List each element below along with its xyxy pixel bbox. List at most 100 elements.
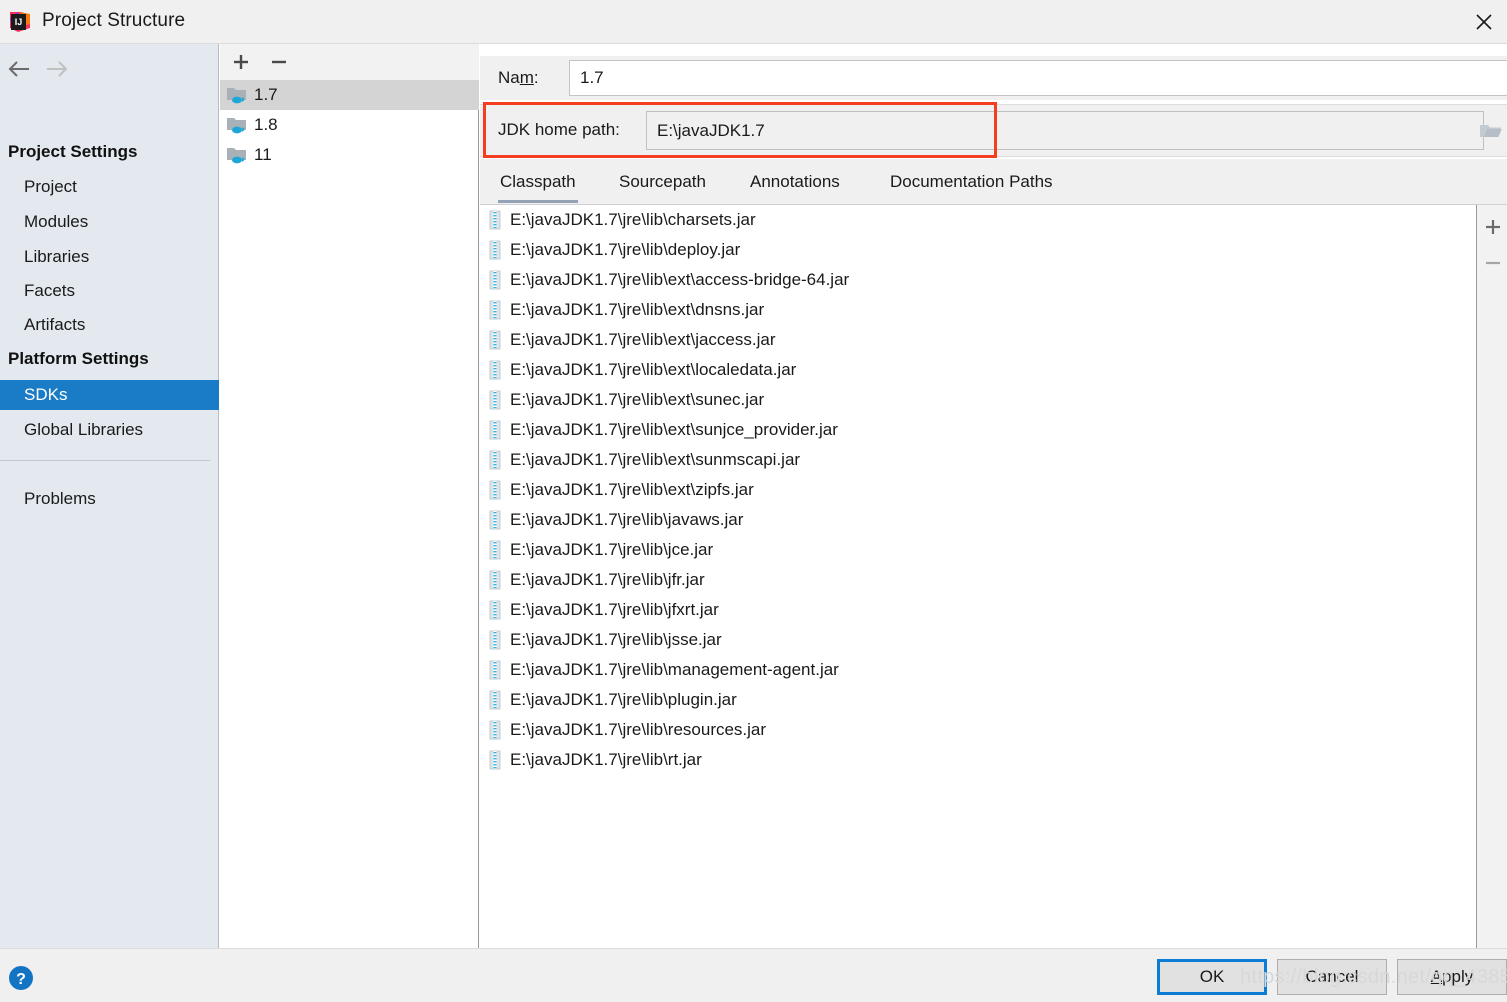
- classpath-entry-label: E:\javaJDK1.7\jre\lib\ext\dnsns.jar: [510, 300, 765, 319]
- jar-file-icon: [488, 690, 502, 710]
- sdk-item-label: 11: [254, 145, 272, 164]
- classpath-entry-row[interactable]: E:\javaJDK1.7\jre\lib\jfxrt.jar: [480, 595, 1475, 625]
- classpath-entry-row[interactable]: E:\javaJDK1.7\jre\lib\rt.jar: [480, 745, 1475, 775]
- sdk-list-item[interactable]: 11: [220, 140, 479, 170]
- classpath-entry-label: E:\javaJDK1.7\jre\lib\jce.jar: [510, 540, 714, 559]
- classpath-entry-row[interactable]: E:\javaJDK1.7\jre\lib\ext\jaccess.jar: [480, 325, 1475, 355]
- tab-label: Annotations: [750, 172, 840, 191]
- classpath-entry-label: E:\javaJDK1.7\jre\lib\rt.jar: [510, 750, 702, 769]
- classpath-entry-row[interactable]: E:\javaJDK1.7\jre\lib\ext\dnsns.jar: [480, 295, 1475, 325]
- jdk-home-path-input[interactable]: E:\javaJDK1.7: [646, 111, 1484, 150]
- classpath-entry-row[interactable]: E:\javaJDK1.7\jre\lib\javaws.jar: [480, 505, 1475, 535]
- classpath-entry-label: E:\javaJDK1.7\jre\lib\ext\sunec.jar: [510, 390, 765, 409]
- classpath-entry-label: E:\javaJDK1.7\jre\lib\deploy.jar: [510, 240, 741, 259]
- tab-sourcepath[interactable]: Sourcepath: [617, 159, 708, 205]
- jar-file-icon: [488, 570, 502, 590]
- classpath-entry-label: E:\javaJDK1.7\jre\lib\javaws.jar: [510, 510, 744, 529]
- sdk-item-label: 1.7: [254, 85, 278, 104]
- classpath-area: E:\javaJDK1.7\jre\lib\charsets.jar E:\jav…: [480, 205, 1507, 948]
- ok-button[interactable]: OK: [1157, 959, 1267, 995]
- jar-file-icon: [488, 360, 502, 380]
- sidebar-item-facets[interactable]: Facets: [0, 276, 219, 306]
- name-row: Nam: 1.7: [480, 56, 1507, 100]
- tab-label: Documentation Paths: [890, 172, 1053, 191]
- jdk-home-path-value: E:\javaJDK1.7: [657, 120, 765, 140]
- window-title: Project Structure: [42, 10, 186, 31]
- sidebar-item-problems[interactable]: Problems: [0, 484, 219, 514]
- classpath-entry-row[interactable]: E:\javaJDK1.7\jre\lib\jce.jar: [480, 535, 1475, 565]
- classpath-entry-row[interactable]: E:\javaJDK1.7\jre\lib\ext\sunec.jar: [480, 385, 1475, 415]
- sdk-item-label: 1.8: [254, 115, 278, 134]
- jdk-home-path-label: JDK home path:: [498, 120, 620, 139]
- minus-icon[interactable]: [1479, 249, 1507, 277]
- sdk-detail-panel: Nam: 1.7 JDK home path: E:\javaJDK1.7 Cl…: [480, 44, 1507, 948]
- dialog-footer: ? OK Cancel Apply: [0, 948, 1507, 1002]
- jar-file-icon: [488, 330, 502, 350]
- classpath-entry-row[interactable]: E:\javaJDK1.7\jre\lib\ext\access-bridge-…: [480, 265, 1475, 295]
- apply-button-label: Apply: [1430, 967, 1474, 986]
- classpath-entry-row[interactable]: E:\javaJDK1.7\jre\lib\ext\zipfs.jar: [480, 475, 1475, 505]
- classpath-entry-label: E:\javaJDK1.7\jre\lib\ext\localedata.jar: [510, 360, 797, 379]
- classpath-entry-row[interactable]: E:\javaJDK1.7\jre\lib\charsets.jar: [480, 205, 1475, 235]
- cancel-button[interactable]: Cancel: [1277, 959, 1387, 995]
- sidebar-item-libraries[interactable]: Libraries: [0, 242, 219, 272]
- tab-annotations[interactable]: Annotations: [748, 159, 842, 205]
- classpath-entry-row[interactable]: E:\javaJDK1.7\jre\lib\jsse.jar: [480, 625, 1475, 655]
- plus-icon[interactable]: [1479, 213, 1507, 241]
- sidebar-item-label: Global Libraries: [24, 420, 144, 439]
- intellij-idea-logo-icon: IJ: [8, 10, 32, 34]
- jar-file-icon: [488, 270, 502, 290]
- sidebar-item-modules[interactable]: Modules: [0, 207, 219, 237]
- sidebar-item-project[interactable]: Project: [0, 172, 219, 202]
- sidebar-item-label: Artifacts: [24, 315, 86, 334]
- folder-open-icon[interactable]: [1479, 121, 1503, 141]
- classpath-entry-row[interactable]: E:\javaJDK1.7\jre\lib\plugin.jar: [480, 685, 1475, 715]
- jdk-folder-icon: [226, 145, 248, 165]
- tab-active-underline: [498, 200, 578, 203]
- svg-text:?: ?: [16, 971, 26, 988]
- title-bar: IJ Project Structure: [0, 0, 1507, 44]
- sdk-list-item[interactable]: 1.8: [220, 110, 479, 140]
- classpath-entry-label: E:\javaJDK1.7\jre\lib\jfr.jar: [510, 570, 705, 589]
- plus-icon[interactable]: [226, 48, 256, 76]
- sidebar-item-label: Modules: [24, 212, 89, 231]
- sidebar-item-artifacts[interactable]: Artifacts: [0, 310, 219, 340]
- jar-file-icon: [488, 660, 502, 680]
- classpath-entry-row[interactable]: E:\javaJDK1.7\jre\lib\ext\sunjce_provide…: [480, 415, 1475, 445]
- classpath-entry-row[interactable]: E:\javaJDK1.7\jre\lib\resources.jar: [480, 715, 1475, 745]
- classpath-entry-row[interactable]: E:\javaJDK1.7\jre\lib\jfr.jar: [480, 565, 1475, 595]
- apply-button[interactable]: Apply: [1397, 959, 1507, 995]
- arrow-left-icon[interactable]: [4, 55, 34, 83]
- minus-icon[interactable]: [264, 48, 294, 76]
- svg-text:IJ: IJ: [15, 17, 23, 27]
- close-icon[interactable]: [1461, 0, 1507, 44]
- arrow-right-icon[interactable]: [42, 55, 72, 83]
- name-input[interactable]: 1.7: [569, 60, 1507, 96]
- classpath-entry-label: E:\javaJDK1.7\jre\lib\ext\sunmscapi.jar: [510, 450, 801, 469]
- sdk-list-item[interactable]: 1.7: [220, 80, 479, 110]
- classpath-entry-row[interactable]: E:\javaJDK1.7\jre\lib\ext\sunmscapi.jar: [480, 445, 1475, 475]
- classpath-entry-label: E:\javaJDK1.7\jre\lib\charsets.jar: [510, 210, 756, 229]
- jdk-folder-icon: [226, 85, 248, 105]
- classpath-entry-row[interactable]: E:\javaJDK1.7\jre\lib\management-agent.j…: [480, 655, 1475, 685]
- classpath-entry-label: E:\javaJDK1.7\jre\lib\ext\zipfs.jar: [510, 480, 754, 499]
- tab-label: Sourcepath: [619, 172, 706, 191]
- classpath-side-toolbar: [1476, 205, 1507, 948]
- classpath-entry-row[interactable]: E:\javaJDK1.7\jre\lib\ext\localedata.jar: [480, 355, 1475, 385]
- sidebar-group-platform-settings: Platform Settings: [8, 349, 149, 368]
- sidebar-item-label: Project: [24, 177, 77, 196]
- sidebar-divider: [0, 460, 210, 461]
- jar-file-icon: [488, 420, 502, 440]
- jar-file-icon: [488, 600, 502, 620]
- tab-classpath[interactable]: Classpath: [498, 159, 578, 205]
- help-circle-icon[interactable]: ?: [8, 965, 34, 991]
- sidebar-item-global-libraries[interactable]: Global Libraries: [0, 415, 219, 445]
- classpath-entry-label: E:\javaJDK1.7\jre\lib\plugin.jar: [510, 690, 737, 709]
- jar-file-icon: [488, 750, 502, 770]
- name-input-value: 1.7: [580, 68, 604, 87]
- classpath-list[interactable]: E:\javaJDK1.7\jre\lib\charsets.jar E:\jav…: [480, 205, 1475, 948]
- tab-documentation-paths[interactable]: Documentation Paths: [888, 159, 1055, 205]
- classpath-entry-row[interactable]: E:\javaJDK1.7\jre\lib\deploy.jar: [480, 235, 1475, 265]
- jar-file-icon: [488, 540, 502, 560]
- sidebar-item-sdks[interactable]: SDKs: [0, 380, 219, 410]
